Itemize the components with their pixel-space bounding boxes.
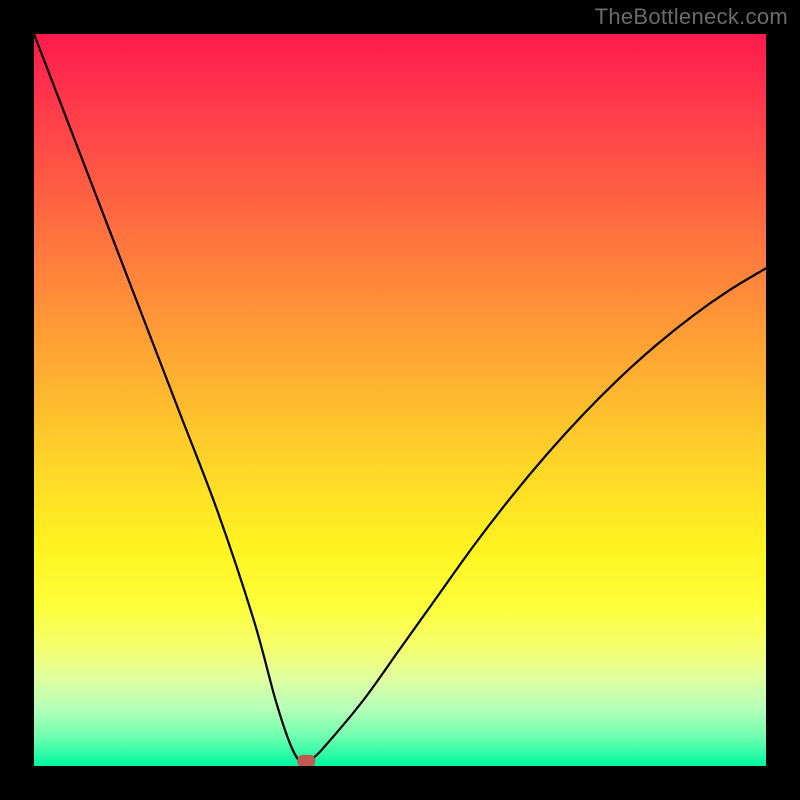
optimal-point-marker [297,755,315,766]
watermark-label: TheBottleneck.com [595,4,788,30]
chart-plot-area [34,34,766,766]
bottleneck-curve [34,34,766,763]
chart-svg [34,34,766,766]
